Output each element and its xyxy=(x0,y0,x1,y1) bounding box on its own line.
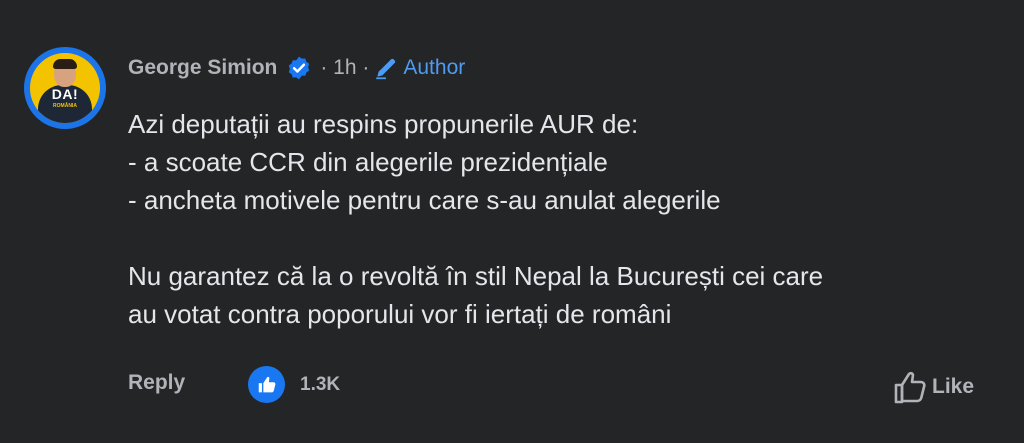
thumbs-up-outline-icon xyxy=(894,371,926,404)
pencil-icon xyxy=(376,58,396,80)
like-button[interactable]: Like xyxy=(890,367,974,407)
comment-line: Nu garantez că la o revoltă în stil Nepa… xyxy=(128,261,824,291)
author-badge: Author xyxy=(373,55,465,81)
avatar-image: DA! ROMÂNIA xyxy=(30,53,100,123)
verified-badge-icon xyxy=(289,56,310,80)
avatar-figure-hair xyxy=(53,59,77,69)
comment-line: - a scoate CCR din alegerile prezidenția… xyxy=(128,147,608,177)
comment-timestamp: · 1h · xyxy=(320,56,370,79)
reaction-badge[interactable] xyxy=(248,366,285,403)
like-label: Like xyxy=(932,375,975,398)
author-avatar[interactable]: DA! ROMÂNIA xyxy=(24,47,106,129)
comment-line: au votat contra poporului vor fi iertați… xyxy=(128,299,672,329)
comment-header: George Simion · 1h · Author xyxy=(128,54,465,82)
author-name[interactable]: George Simion xyxy=(128,56,277,80)
comment-line: Azi deputații au respins propunerile AUR… xyxy=(128,109,639,139)
thumbs-up-icon xyxy=(258,376,275,392)
reply-button[interactable]: Reply xyxy=(128,371,185,395)
author-label: Author xyxy=(403,56,466,79)
comment-body: Azi deputații au respins propunerile AUR… xyxy=(128,105,1008,333)
avatar-badge-subtext: ROMÂNIA xyxy=(53,103,77,109)
reaction-count[interactable]: 1.3K xyxy=(300,374,340,396)
comment-line: - ancheta motivele pentru care s-au anul… xyxy=(128,185,721,215)
avatar-badge-text: DA! xyxy=(51,86,79,102)
